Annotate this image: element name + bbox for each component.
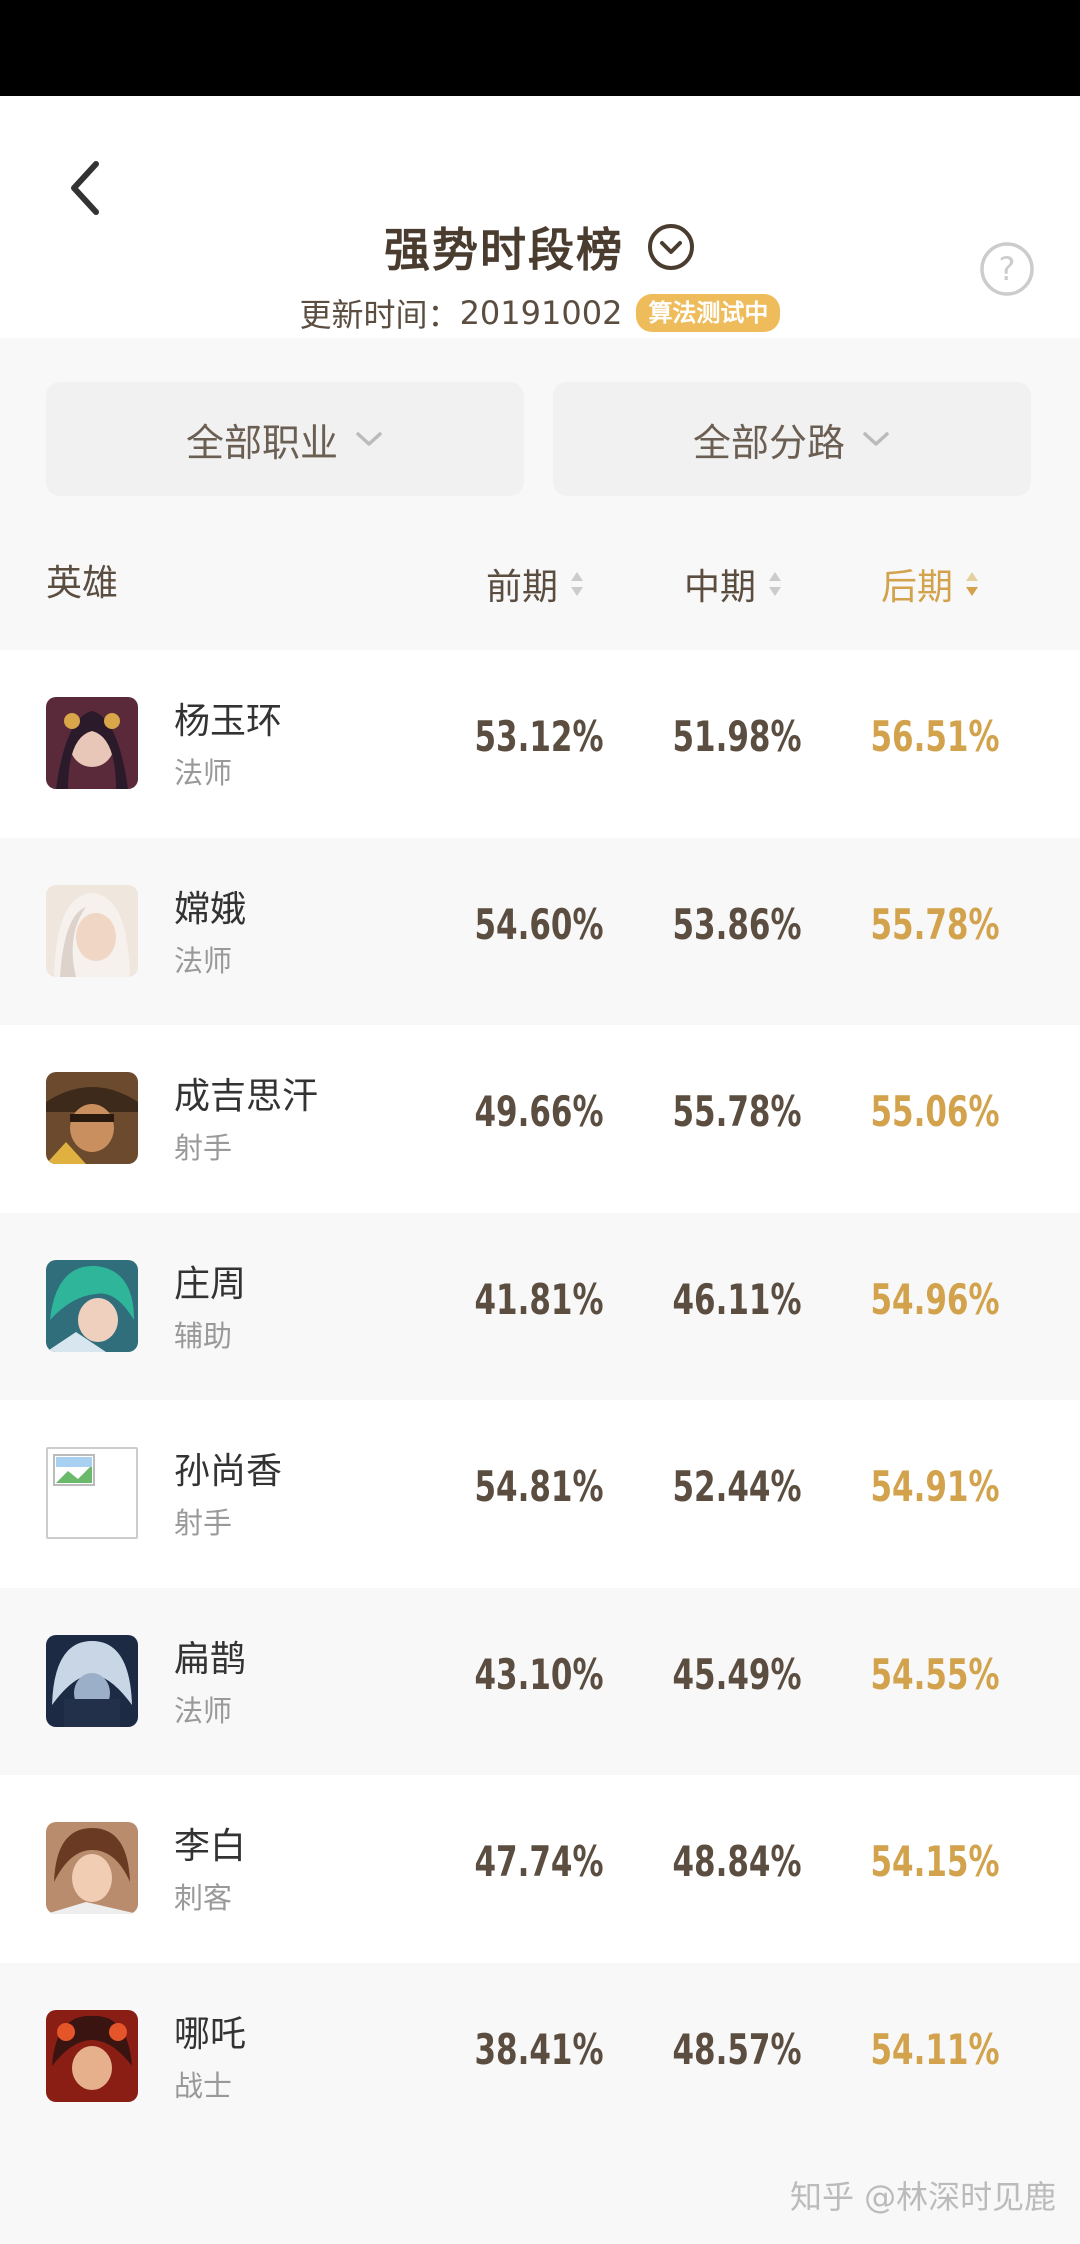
hero-name: 嫦娥 — [174, 888, 247, 930]
sort-desc-icon — [966, 572, 979, 596]
hero-name: 庄周 — [174, 1263, 247, 1305]
chevron-down-circle-icon[interactable] — [646, 222, 696, 272]
hero-avatar — [46, 1634, 138, 1727]
hero-avatar — [46, 884, 138, 977]
update-label: 更新时间： — [299, 296, 460, 334]
broken-image-icon — [46, 1447, 138, 1539]
sort-icon — [571, 572, 584, 596]
mid-rate: 53.86% — [672, 899, 802, 949]
sort-icon — [769, 572, 782, 596]
hero-name: 扁鹊 — [174, 1638, 247, 1680]
mid-rate: 48.57% — [672, 2024, 802, 2074]
watermark: 知乎 @林深时见鹿 — [790, 2178, 1057, 2216]
early-rate: 38.41% — [474, 2024, 604, 2074]
early-rate: 53.12% — [474, 712, 604, 761]
hero-role: 刺客 — [174, 1881, 233, 1915]
profession-filter-label: 全部职业 — [185, 420, 338, 465]
mid-rate: 52.44% — [672, 1462, 802, 1511]
mid-rate: 45.49% — [672, 1649, 802, 1699]
late-sort-header[interactable]: 后期 — [881, 548, 981, 620]
mid-header-label: 中期 — [684, 567, 757, 608]
status-badge: 算法测试中 — [636, 294, 781, 332]
hero-name: 哪吒 — [174, 2013, 247, 2055]
profession-filter[interactable]: 全部职业 — [46, 382, 524, 496]
help-icon[interactable]: ? — [978, 240, 1036, 298]
lane-filter-label: 全部分路 — [692, 420, 845, 465]
early-header-label: 前期 — [486, 567, 559, 608]
hero-role: 法师 — [174, 1693, 233, 1728]
list-item[interactable]: 嫦娥 法师 54.60% 53.86% 55.78% — [0, 837, 1080, 1025]
mid-sort-header[interactable]: 中期 — [684, 548, 784, 620]
hero-avatar — [46, 2009, 138, 2102]
svg-text:?: ? — [999, 250, 1016, 288]
list-item[interactable]: 孙尚香 射手 54.81% 52.44% 54.91% — [0, 1400, 1080, 1588]
early-rate: 54.60% — [474, 899, 604, 949]
early-rate: 43.10% — [474, 1649, 604, 1699]
column-header: 英雄 前期 中期 后期 — [0, 548, 1080, 620]
hero-column-header: 英雄 — [46, 563, 119, 604]
list-item[interactable]: 哪吒 战士 38.41% 48.57% 54.11% — [0, 1962, 1080, 2150]
list-item[interactable]: 庄周 辅助 41.81% 46.11% 54.96% — [0, 1212, 1080, 1400]
list-item[interactable]: 成吉思汗 射手 49.66% 55.78% 55.06% — [0, 1025, 1080, 1213]
hero-role: 辅助 — [174, 1318, 233, 1353]
hero-role: 法师 — [174, 943, 233, 978]
hero-name: 李白 — [174, 1826, 247, 1867]
mid-rate: 55.78% — [672, 1087, 802, 1136]
mid-rate: 51.98% — [672, 712, 802, 761]
list-item[interactable]: 杨玉环 法师 53.12% 51.98% 56.51% — [0, 650, 1080, 838]
list-item[interactable]: 扁鹊 法师 43.10% 45.49% 54.55% — [0, 1587, 1080, 1775]
late-rate: 54.11% — [870, 2024, 1000, 2074]
early-sort-header[interactable]: 前期 — [486, 548, 586, 620]
lane-filter[interactable]: 全部分路 — [553, 382, 1031, 496]
early-rate: 47.74% — [474, 1837, 604, 1886]
late-rate: 54.15% — [870, 1837, 1000, 1886]
hero-list: 杨玉环 法师 53.12% 51.98% 56.51% 嫦娥 法师 54.60%… — [0, 650, 1080, 2150]
update-info: 更新时间： 20191002 算法测试中 — [0, 288, 1080, 338]
list-item[interactable]: 李白 刺客 47.74% 48.84% 54.15% — [0, 1775, 1080, 1963]
late-rate: 54.91% — [870, 1462, 1000, 1511]
hero-role: 战士 — [174, 2068, 233, 2103]
early-rate: 41.81% — [474, 1274, 604, 1324]
hero-name: 孙尚香 — [174, 1451, 283, 1492]
chevron-down-icon — [356, 432, 382, 446]
update-date: 20191002 — [459, 294, 623, 332]
late-rate: 56.51% — [870, 712, 1000, 761]
hero-avatar — [46, 697, 138, 789]
hero-role: 射手 — [174, 1506, 233, 1540]
mid-rate: 48.84% — [672, 1837, 802, 1886]
status-bar — [0, 0, 1080, 96]
chevron-down-icon — [863, 432, 889, 446]
page-title: 强势时段榜 — [384, 223, 624, 277]
late-rate: 55.78% — [870, 899, 1000, 949]
filter-bar: 全部职业 全部分路 — [0, 338, 1080, 528]
mid-rate: 46.11% — [672, 1274, 802, 1324]
hero-avatar — [46, 1072, 138, 1164]
hero-role: 法师 — [174, 756, 233, 790]
early-rate: 49.66% — [474, 1087, 604, 1136]
hero-name: 杨玉环 — [174, 701, 283, 742]
title-bar: 强势时段榜 — [0, 212, 1080, 282]
late-header-label: 后期 — [881, 567, 954, 608]
late-rate: 54.96% — [870, 1274, 1000, 1324]
hero-avatar — [46, 1259, 138, 1352]
late-rate: 55.06% — [870, 1087, 1000, 1136]
late-rate: 54.55% — [870, 1649, 1000, 1699]
early-rate: 54.81% — [474, 1462, 604, 1511]
hero-avatar — [46, 1822, 138, 1914]
hero-name: 成吉思汗 — [174, 1076, 319, 1117]
hero-role: 射手 — [174, 1131, 233, 1165]
